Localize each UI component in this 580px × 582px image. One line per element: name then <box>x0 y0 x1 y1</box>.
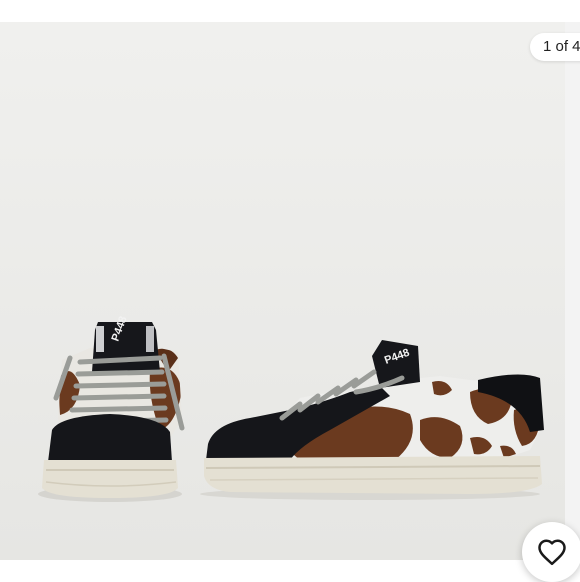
heart-icon <box>538 539 566 566</box>
like-button[interactable] <box>522 522 580 582</box>
next-image-preview[interactable] <box>565 22 580 560</box>
image-counter: 1 of 4 <box>530 33 580 61</box>
product-image-viewer[interactable]: P448 P448 <box>0 22 565 560</box>
sneakers-photo: P448 P448 <box>0 22 565 560</box>
